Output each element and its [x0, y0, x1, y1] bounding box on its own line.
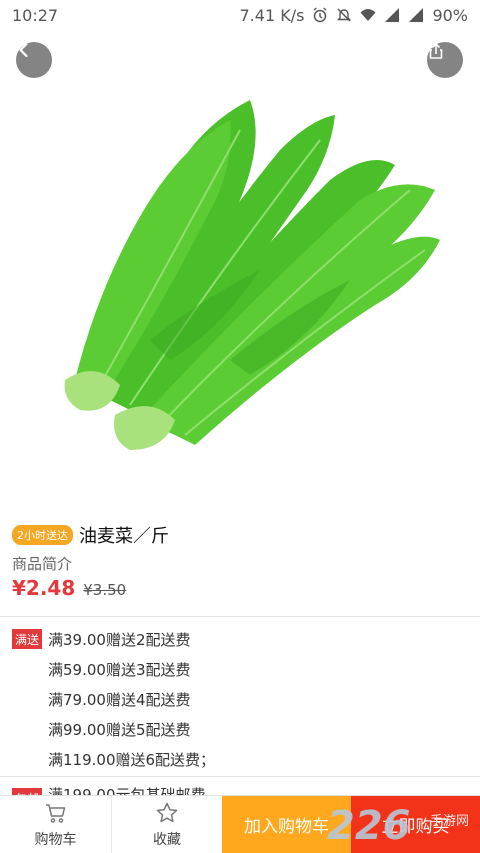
net-speed: 7.41 K/s: [239, 5, 305, 25]
buy-now-button[interactable]: 立即购买: [351, 796, 480, 853]
lettuce-illustration: [64, 100, 440, 450]
delivery-tag: 2小时送达: [12, 525, 73, 545]
promotion-row: 满送 满39.00赠送2配送费: [12, 624, 480, 654]
price-row: ¥2.48 ¥3.50: [12, 576, 468, 608]
share-button[interactable]: [427, 42, 463, 78]
product-intro-link[interactable]: 商品简介: [12, 552, 468, 576]
promotion-rule: 满39.00赠送2配送费: [48, 630, 191, 649]
alarm-icon: [314, 7, 327, 23]
promotion-row: 满79.00赠送4配送费: [12, 684, 480, 714]
product-title: 油麦菜／斤: [79, 526, 169, 547]
promotion-row: 满99.00赠送5配送费: [12, 714, 480, 744]
share-icon: [429, 42, 443, 59]
divider: [0, 616, 480, 617]
wifi-icon: [360, 9, 376, 21]
battery-level: 90%: [432, 5, 468, 25]
mute-icon: [337, 8, 352, 22]
chevron-left-icon: [19, 42, 28, 58]
current-price: ¥2.48: [12, 576, 76, 600]
cart-icon: [45, 803, 65, 823]
original-price: ¥3.50: [83, 581, 127, 599]
promotion-tag: 满送: [12, 629, 42, 649]
status-bar: 10:27 7.41 K/s 90%: [0, 0, 480, 30]
signal-2-icon: [409, 8, 424, 22]
promotion-rule: 满79.00赠送4配送费: [48, 690, 191, 709]
bottom-action-bar: 购物车 收藏 加入购物车 立即购买: [0, 795, 480, 853]
favorite-label: 收藏: [153, 831, 181, 848]
promotion-rule: 满119.00赠送6配送费；: [48, 750, 216, 769]
promotion-row: 满119.00赠送6配送费；: [12, 744, 480, 774]
promotion-list: 满送 满39.00赠送2配送费 满59.00赠送3配送费 满79.00赠送4配送…: [0, 624, 480, 774]
promotion-rule: 满59.00赠送3配送费: [48, 660, 191, 679]
signal-icon: [385, 8, 400, 22]
product-image: [0, 30, 480, 510]
star-icon: [156, 802, 178, 822]
product-info: 2小时送达 油麦菜／斤 商品简介 ¥2.48 ¥3.50: [0, 520, 480, 608]
add-to-cart-button[interactable]: 加入购物车: [222, 796, 351, 853]
promotion-row: 满59.00赠送3配送费: [12, 654, 480, 684]
divider: [0, 776, 480, 777]
cart-button[interactable]: 购物车: [0, 796, 111, 853]
status-right: 7.41 K/s 90%: [240, 6, 469, 25]
cart-label: 购物车: [34, 831, 77, 848]
title-row: 2小时送达 油麦菜／斤: [12, 520, 468, 550]
promotion-rule: 满99.00赠送5配送费: [48, 720, 191, 739]
back-button[interactable]: [16, 42, 52, 78]
status-time: 10:27: [12, 5, 59, 25]
favorite-button[interactable]: 收藏: [111, 796, 222, 853]
